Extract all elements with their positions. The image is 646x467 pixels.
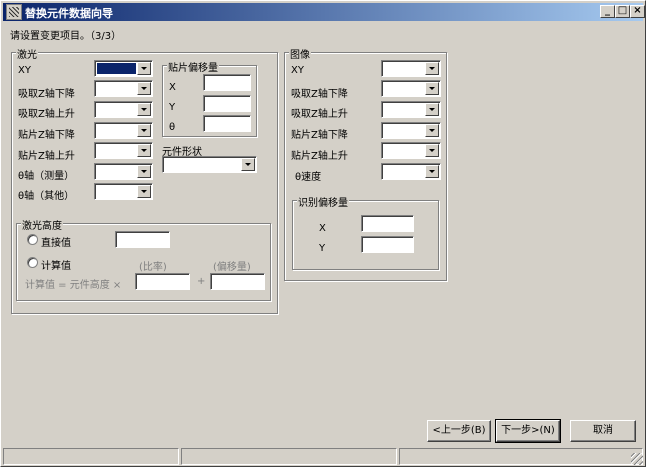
mount-offset-theta-input[interactable] [203, 115, 251, 132]
recog-offset-y-label: Y [319, 243, 326, 254]
recog-offset-group: 识别偏移量 [292, 194, 439, 270]
recog-offset-x-input[interactable] [361, 215, 414, 232]
window-title: 替换元件数据向导 [25, 7, 113, 20]
direct-value-radio[interactable] [27, 234, 38, 245]
laser-xy-label: XY [18, 65, 31, 76]
close-button[interactable]: × [630, 5, 645, 18]
laser-theta-measure-label: θ轴（测量） [18, 171, 75, 182]
chevron-down-icon[interactable] [137, 124, 151, 137]
back-button[interactable]: <上一步(B) [427, 420, 491, 442]
ratio-input[interactable] [135, 273, 190, 290]
direct-value-input[interactable] [115, 231, 170, 248]
laser-pick-z-down-combo[interactable] [94, 80, 153, 97]
chevron-down-icon[interactable] [137, 144, 151, 157]
chevron-down-icon[interactable] [137, 165, 151, 178]
resize-grip-icon[interactable] [631, 453, 643, 465]
chevron-down-icon[interactable] [425, 82, 439, 95]
mount-offset-title: 贴片偏移量 [167, 59, 219, 74]
chevron-down-icon[interactable] [425, 165, 439, 178]
app-icon[interactable] [6, 4, 22, 20]
instruction-text: 请设置变更项目。（3/3） [10, 31, 122, 42]
status-bar [3, 448, 643, 465]
laser-group-title: 激光 [16, 46, 38, 61]
recog-offset-x-label: X [319, 223, 326, 234]
status-pane-3 [399, 448, 643, 465]
image-theta-speed-combo[interactable] [381, 163, 441, 180]
direct-value-label[interactable]: 直接值 [41, 234, 71, 249]
mount-offset-theta-label: θ [169, 122, 176, 133]
image-pick-z-up-label: 吸取Z轴上升 [291, 109, 348, 120]
image-mount-z-up-label: 贴片Z轴上升 [291, 151, 348, 162]
chevron-down-icon[interactable] [137, 82, 151, 95]
offset-label: (偏移量) [213, 262, 251, 273]
chevron-down-icon[interactable] [137, 185, 151, 198]
mount-offset-y-label: Y [169, 102, 176, 113]
laser-mount-z-up-combo[interactable] [94, 142, 153, 159]
maximize-button[interactable]: □ [615, 5, 630, 18]
image-mount-z-down-label: 贴片Z轴下降 [291, 130, 348, 141]
recog-offset-title: 识别偏移量 [297, 194, 349, 209]
image-pick-z-down-label: 吸取Z轴下降 [291, 89, 348, 100]
plus-label: + [197, 276, 206, 287]
image-group-title: 图像 [289, 46, 311, 61]
laser-mount-z-down-combo[interactable] [94, 122, 153, 139]
ratio-label: (比率) [139, 262, 167, 273]
next-button[interactable]: 下一步>(N) [495, 419, 561, 443]
laser-pick-z-down-label: 吸取Z轴下降 [18, 89, 75, 100]
close-icon: × [633, 5, 642, 16]
laser-pick-z-up-combo[interactable] [94, 101, 153, 118]
offset-input[interactable] [210, 273, 265, 290]
calc-value-label[interactable]: 计算值 [41, 257, 71, 272]
image-xy-combo[interactable] [381, 60, 441, 77]
minimize-icon: _ [605, 5, 610, 16]
chevron-down-icon[interactable] [241, 158, 255, 171]
calc-value-radio[interactable] [27, 257, 38, 268]
laser-xy-combo[interactable] [94, 60, 153, 77]
chevron-down-icon[interactable] [425, 124, 439, 137]
status-pane-1 [3, 448, 179, 465]
laser-height-title: 激光高度 [21, 217, 63, 232]
laser-theta-other-combo[interactable] [94, 183, 153, 200]
chevron-down-icon[interactable] [425, 62, 439, 75]
chevron-down-icon[interactable] [425, 144, 439, 157]
cancel-button[interactable]: 取消 [570, 420, 636, 442]
laser-theta-other-label: θ轴（其他） [18, 191, 75, 202]
formula-label: 计算值 = 元件高度 × [25, 280, 122, 291]
laser-pick-z-up-label: 吸取Z轴上升 [18, 109, 75, 120]
maximize-icon: □ [617, 5, 628, 16]
laser-mount-z-down-label: 贴片Z轴下降 [18, 130, 75, 141]
mount-offset-x-label: X [169, 82, 176, 93]
image-pick-z-down-combo[interactable] [381, 80, 441, 97]
status-pane-2 [181, 448, 397, 465]
mount-offset-y-input[interactable] [203, 95, 251, 112]
mount-offset-x-input[interactable] [203, 74, 251, 91]
chevron-down-icon[interactable] [137, 103, 151, 116]
laser-mount-z-up-label: 贴片Z轴上升 [18, 151, 75, 162]
wizard-window: 替换元件数据向导 _ □ × 请设置变更项目。（3/3） 激光 XY 吸取Z轴下… [0, 0, 646, 467]
image-xy-label: XY [291, 65, 304, 76]
shape-combo[interactable] [162, 156, 257, 173]
laser-theta-measure-combo[interactable] [94, 163, 153, 180]
image-pick-z-up-combo[interactable] [381, 101, 441, 118]
chevron-down-icon[interactable] [425, 103, 439, 116]
title-bar[interactable]: 替换元件数据向导 _ □ × [3, 3, 645, 21]
image-theta-speed-label: θ速度 [295, 172, 322, 183]
recog-offset-y-input[interactable] [361, 236, 414, 253]
minimize-button[interactable]: _ [600, 5, 615, 18]
image-mount-z-down-combo[interactable] [381, 122, 441, 139]
image-mount-z-up-combo[interactable] [381, 142, 441, 159]
chevron-down-icon[interactable] [137, 62, 151, 75]
